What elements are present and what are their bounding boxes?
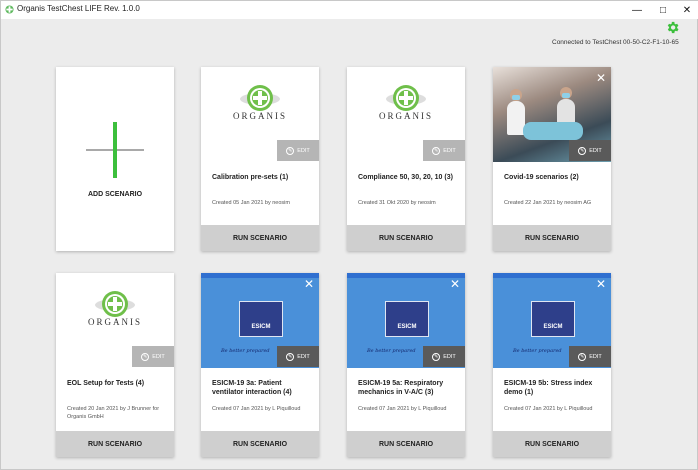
title-bar: Organis TestChest LIFE Rev. 1.0.0 — □ ✕ bbox=[1, 1, 698, 19]
edit-label: EDIT bbox=[589, 147, 602, 154]
edit-label: EDIT bbox=[443, 353, 456, 360]
scenario-card-esicm-5a: ESICM Be better prepared ✕ ✎ EDIT ESICM-… bbox=[347, 273, 465, 457]
scenario-meta: Created 07 Jan 2021 by L Piquilloud bbox=[504, 406, 593, 412]
scenario-card-esicm-3a: ESICM Be better prepared ✕ ✎ EDIT ESICM-… bbox=[201, 273, 319, 457]
card-thumbnail: ESICM Be better prepared ✕ ✎ EDIT bbox=[493, 273, 611, 368]
card-thumbnail: ORGANIS ✎ EDIT bbox=[347, 67, 465, 162]
esicm-tagline: Be better prepared bbox=[513, 348, 562, 354]
scenario-title: ESICM-19 3a: Patient ventilator interact… bbox=[212, 380, 292, 396]
minimize-button[interactable]: — bbox=[623, 1, 651, 19]
scenario-meta: Created 07 Jan 2021 by L Piquilloud bbox=[212, 406, 301, 412]
window-title: Organis TestChest LIFE Rev. 1.0.0 bbox=[17, 4, 140, 13]
organis-wordmark: ORGANIS bbox=[232, 111, 287, 121]
scenario-card-compliance: ORGANIS ✎ EDIT Compliance 50, 30, 20, 10… bbox=[347, 67, 465, 251]
edit-label: EDIT bbox=[443, 147, 456, 154]
run-scenario-button[interactable]: RUN SCENARIO bbox=[201, 431, 319, 457]
scenario-card-eol-setup: ORGANIS ✎ EDIT EOL Setup for Tests (4) C… bbox=[56, 273, 174, 457]
pencil-icon: ✎ bbox=[141, 352, 150, 361]
esicm-tagline: Be better prepared bbox=[221, 348, 270, 354]
run-scenario-button[interactable]: RUN SCENARIO bbox=[56, 431, 174, 457]
esicm-wordmark: ESICM bbox=[543, 324, 563, 330]
close-icon[interactable]: ✕ bbox=[450, 278, 460, 290]
run-scenario-button[interactable]: RUN SCENARIO bbox=[493, 225, 611, 251]
close-window-button[interactable]: ✕ bbox=[673, 1, 698, 19]
edit-button[interactable]: ✎ EDIT bbox=[569, 140, 611, 161]
add-scenario-label: ADD SCENARIO bbox=[87, 191, 143, 198]
pencil-icon: ✎ bbox=[286, 146, 295, 155]
scenario-card-esicm-5b: ESICM Be better prepared ✕ ✎ EDIT ESICM-… bbox=[493, 273, 611, 457]
edit-button[interactable]: ✎ EDIT bbox=[423, 346, 465, 367]
edit-button[interactable]: ✎ EDIT bbox=[569, 346, 611, 367]
close-icon[interactable]: ✕ bbox=[596, 72, 606, 84]
scenario-title: EOL Setup for Tests (4) bbox=[67, 380, 145, 387]
scenario-card-calibration: ORGANIS ✎ EDIT Calibration pre-sets (1) … bbox=[201, 67, 319, 251]
scenario-meta: Created 22 Jan 2021 by neosim AG bbox=[504, 200, 592, 206]
scenario-title: ESICM-19 5b: Stress index demo (1) bbox=[504, 380, 593, 396]
scenario-card-covid19: ✕ ✎ EDIT Covid-19 scenarios (2) Created … bbox=[493, 67, 611, 251]
card-thumbnail: ESICM Be better prepared ✕ ✎ EDIT bbox=[347, 273, 465, 368]
card-thumbnail: ESICM Be better prepared ✕ ✎ EDIT bbox=[201, 273, 319, 368]
run-scenario-button[interactable]: RUN SCENARIO bbox=[347, 225, 465, 251]
scenario-title: ESICM-19 5a: Respiratory mechanics in V-… bbox=[358, 380, 444, 396]
add-scenario-card[interactable]: ADD SCENARIO bbox=[56, 67, 174, 251]
organis-logo-icon bbox=[240, 85, 280, 111]
scenario-title: Calibration pre-sets (1) bbox=[212, 174, 289, 181]
connection-status: Connected to TestChest 00-50-C2-F1-10-65 bbox=[552, 39, 679, 46]
run-scenario-button[interactable]: RUN SCENARIO bbox=[347, 431, 465, 457]
organis-logo-icon bbox=[95, 291, 135, 317]
edit-button[interactable]: ✎ EDIT bbox=[132, 346, 174, 367]
close-icon[interactable]: ✕ bbox=[596, 278, 606, 290]
edit-button[interactable]: ✎ EDIT bbox=[423, 140, 465, 161]
scenario-title: Covid-19 scenarios (2) bbox=[504, 174, 579, 181]
app-logo-icon bbox=[5, 5, 14, 14]
pencil-icon: ✎ bbox=[432, 146, 441, 155]
edit-label: EDIT bbox=[152, 353, 165, 360]
run-scenario-button[interactable]: RUN SCENARIO bbox=[493, 431, 611, 457]
edit-label: EDIT bbox=[297, 353, 310, 360]
organis-wordmark: ORGANIS bbox=[378, 111, 433, 121]
pencil-icon: ✎ bbox=[286, 352, 295, 361]
organis-logo-icon bbox=[386, 85, 426, 111]
pencil-icon: ✎ bbox=[432, 352, 441, 361]
card-thumbnail: ORGANIS ✎ EDIT bbox=[56, 273, 174, 368]
scenario-meta: Created 05 Jan 2021 by neosim bbox=[212, 200, 290, 206]
esicm-tagline: Be better prepared bbox=[367, 348, 416, 354]
gear-icon[interactable] bbox=[665, 20, 680, 35]
scenario-meta: Created 20 Jan 2021 by J Brunner for Org… bbox=[67, 406, 160, 420]
esicm-logo-icon bbox=[239, 301, 283, 337]
edit-label: EDIT bbox=[589, 353, 602, 360]
run-scenario-button[interactable]: RUN SCENARIO bbox=[201, 225, 319, 251]
card-thumbnail: ORGANIS ✎ EDIT bbox=[201, 67, 319, 162]
pencil-icon: ✎ bbox=[578, 146, 587, 155]
pencil-icon: ✎ bbox=[578, 352, 587, 361]
edit-label: EDIT bbox=[297, 147, 310, 154]
edit-button[interactable]: ✎ EDIT bbox=[277, 140, 319, 161]
esicm-logo-icon bbox=[385, 301, 429, 337]
scenario-meta: Created 31 Okt 2020 by neosim bbox=[358, 200, 436, 206]
esicm-logo-icon bbox=[531, 301, 575, 337]
esicm-wordmark: ESICM bbox=[397, 324, 417, 330]
app-window: Organis TestChest LIFE Rev. 1.0.0 — □ ✕ … bbox=[0, 0, 698, 470]
card-thumbnail: ✕ ✎ EDIT bbox=[493, 67, 611, 162]
plus-icon bbox=[113, 122, 117, 178]
scenario-meta: Created 07 Jan 2021 by L Piquilloud bbox=[358, 406, 447, 412]
organis-wordmark: ORGANIS bbox=[87, 317, 142, 327]
scenario-title: Compliance 50, 30, 20, 10 (3) bbox=[358, 174, 453, 181]
edit-button[interactable]: ✎ EDIT bbox=[277, 346, 319, 367]
esicm-wordmark: ESICM bbox=[251, 324, 271, 330]
close-icon[interactable]: ✕ bbox=[304, 278, 314, 290]
